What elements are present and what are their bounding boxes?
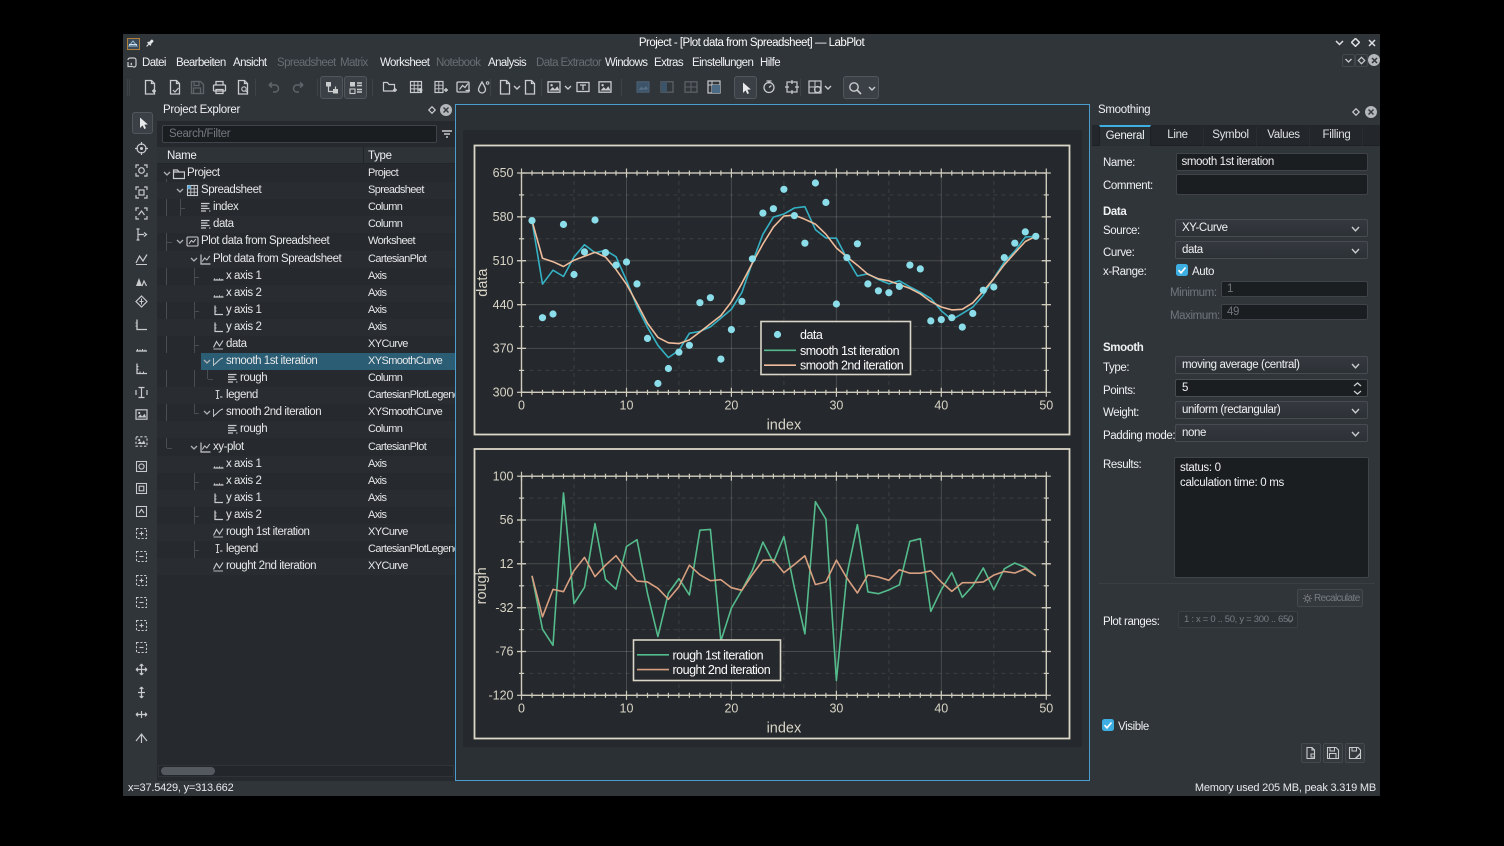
svg-text:30: 30 bbox=[829, 701, 843, 715]
svg-text:40: 40 bbox=[934, 398, 948, 412]
svg-text:10: 10 bbox=[619, 398, 633, 412]
svg-text:56: 56 bbox=[499, 513, 513, 527]
svg-text:20: 20 bbox=[724, 398, 738, 412]
svg-text:510: 510 bbox=[492, 253, 513, 267]
svg-text:40: 40 bbox=[934, 701, 948, 715]
svg-text:rough: rough bbox=[474, 567, 490, 604]
svg-text:440: 440 bbox=[492, 297, 513, 311]
svg-text:10: 10 bbox=[619, 701, 633, 715]
svg-text:0: 0 bbox=[518, 398, 525, 412]
svg-text:30: 30 bbox=[829, 398, 843, 412]
svg-text:650: 650 bbox=[492, 166, 513, 180]
svg-text:rought 2nd iteration: rought 2nd iteration bbox=[672, 663, 770, 677]
svg-text:0: 0 bbox=[518, 701, 525, 715]
svg-text:index: index bbox=[766, 417, 801, 433]
svg-text:12: 12 bbox=[499, 557, 513, 571]
svg-text:data: data bbox=[475, 267, 491, 296]
svg-text:-120: -120 bbox=[488, 688, 513, 702]
svg-text:50: 50 bbox=[1039, 398, 1053, 412]
svg-text:100: 100 bbox=[492, 469, 513, 483]
svg-text:20: 20 bbox=[724, 701, 738, 715]
svg-text:data: data bbox=[800, 328, 823, 342]
svg-text:-32: -32 bbox=[495, 600, 513, 614]
svg-text:50: 50 bbox=[1039, 701, 1053, 715]
svg-text:-76: -76 bbox=[495, 644, 513, 658]
svg-text:rough 1st iteration: rough 1st iteration bbox=[672, 648, 763, 662]
svg-text:index: index bbox=[766, 720, 801, 736]
svg-text:370: 370 bbox=[492, 341, 513, 355]
svg-text:smooth 2nd iteration: smooth 2nd iteration bbox=[800, 358, 904, 372]
svg-text:smooth 1st iteration: smooth 1st iteration bbox=[800, 343, 900, 357]
svg-text:580: 580 bbox=[492, 210, 513, 224]
svg-text:300: 300 bbox=[492, 385, 513, 399]
